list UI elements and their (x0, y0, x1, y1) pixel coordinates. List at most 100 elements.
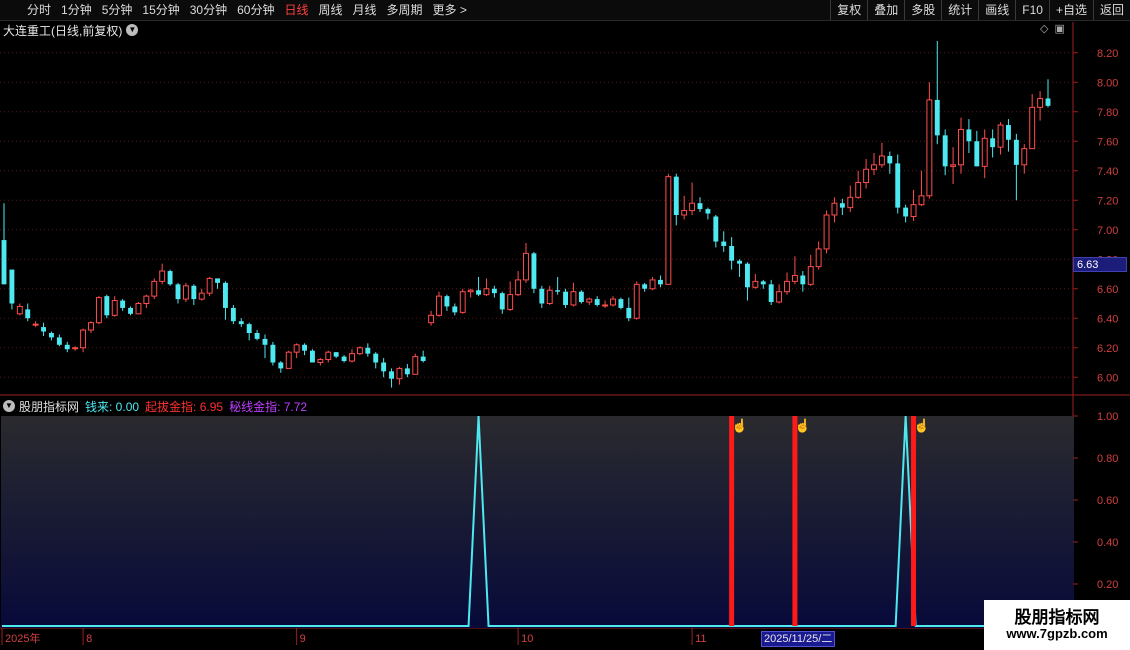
candle-body-up (791, 274, 798, 282)
candle (25, 303, 31, 322)
candle-body-down (404, 368, 410, 375)
candle (910, 189, 917, 221)
candle (404, 363, 410, 378)
candle-body-down (41, 327, 46, 332)
price-tick-label: 7.80 (1097, 107, 1118, 119)
candle-body-down (246, 324, 252, 333)
price-tick-label: 8.20 (1097, 48, 1118, 60)
date-tick-label: 8 (86, 633, 92, 645)
candle (745, 262, 750, 301)
candle-body-down (128, 307, 133, 314)
candle (175, 282, 181, 304)
candle-body-down (942, 135, 948, 167)
candle (563, 288, 568, 308)
candle-body-down (215, 278, 220, 283)
candle-body-down (658, 279, 663, 285)
candle (198, 288, 205, 301)
candle-body-up (356, 347, 363, 355)
candle (95, 296, 102, 325)
candle (262, 334, 268, 359)
candle (855, 170, 862, 199)
candle (950, 147, 957, 185)
candle-body-down (895, 163, 901, 208)
candle-body-down (262, 338, 268, 345)
candle (491, 285, 497, 298)
candle (705, 207, 711, 220)
candle-body-down (966, 129, 972, 142)
indicator-header: ▼ 股朋指标网 钱来: 0.00 起拔金指: 6.95 秘线金指: 7.72 (0, 397, 313, 415)
candle-body-up (689, 202, 696, 212)
candle-body-up (143, 295, 150, 304)
candle-body-up (649, 279, 656, 290)
price-tick-label: 7.20 (1097, 195, 1118, 207)
candle-body-up (412, 356, 419, 375)
candle-body-up (72, 347, 79, 350)
candle-body-up (111, 300, 118, 316)
candle-body-down (499, 293, 505, 310)
candle (412, 353, 419, 375)
candle-body-up (752, 280, 759, 288)
candle-body-up (863, 168, 870, 184)
indicator-tick-label: 0.60 (1097, 495, 1118, 507)
chevron-down-icon[interactable]: ▼ (3, 400, 15, 412)
candle-body-down (56, 337, 62, 345)
candle (310, 349, 315, 363)
candle (64, 341, 70, 353)
candle (278, 361, 284, 373)
candle (768, 279, 774, 305)
candle (981, 129, 988, 179)
candle-body-down (555, 290, 561, 292)
candle-body-up (1037, 97, 1044, 108)
candle-body-up (396, 367, 403, 380)
candle (831, 197, 838, 223)
candle (373, 352, 379, 369)
candle (341, 355, 347, 363)
candle (823, 210, 830, 254)
candle (302, 343, 307, 356)
candle (317, 358, 324, 366)
candle (1037, 91, 1044, 121)
candle-body-down (618, 299, 624, 308)
candle (847, 185, 854, 213)
candle-body-up (570, 291, 577, 306)
candle (626, 297, 632, 322)
candle (760, 279, 766, 289)
candle (467, 288, 474, 298)
candle (104, 294, 110, 319)
candle-body-up (88, 322, 94, 331)
candle (1021, 144, 1028, 174)
candle (333, 352, 339, 359)
candle (254, 330, 260, 341)
candle-body-down (745, 263, 750, 288)
candle-body-down (9, 269, 15, 304)
candle (80, 328, 87, 353)
candle-body-down (341, 356, 347, 362)
candle-body-up (198, 292, 205, 300)
candle-body-down (839, 203, 845, 208)
candle-body-down (302, 344, 307, 351)
candle-body-down (705, 209, 711, 214)
candle (1013, 133, 1019, 201)
candle-body-up (602, 304, 609, 307)
candle-body-down (373, 353, 379, 363)
price-tick-label: 6.00 (1097, 372, 1118, 384)
candle (293, 343, 300, 359)
candle (223, 281, 228, 320)
candle (737, 259, 742, 277)
candle-body-down (760, 281, 766, 285)
date-tick-label: 9 (300, 633, 306, 645)
watermark-title: 股朋指标网 (1014, 608, 1100, 627)
candle-body-down (191, 285, 197, 300)
candle-body-up (151, 280, 158, 297)
candle-body-up (182, 285, 189, 300)
candle (990, 129, 996, 158)
candle-body-up (546, 289, 553, 305)
candle (863, 158, 870, 189)
chart-canvas[interactable]: 8.208.007.807.607.407.207.006.806.606.40… (0, 0, 1130, 650)
indicator-tick-label: 0.40 (1097, 537, 1118, 549)
candle-body-down (539, 288, 545, 304)
candle (389, 368, 394, 388)
candle (72, 346, 79, 351)
price-tick-label: 6.60 (1097, 284, 1118, 296)
candle-body-down (278, 362, 284, 369)
